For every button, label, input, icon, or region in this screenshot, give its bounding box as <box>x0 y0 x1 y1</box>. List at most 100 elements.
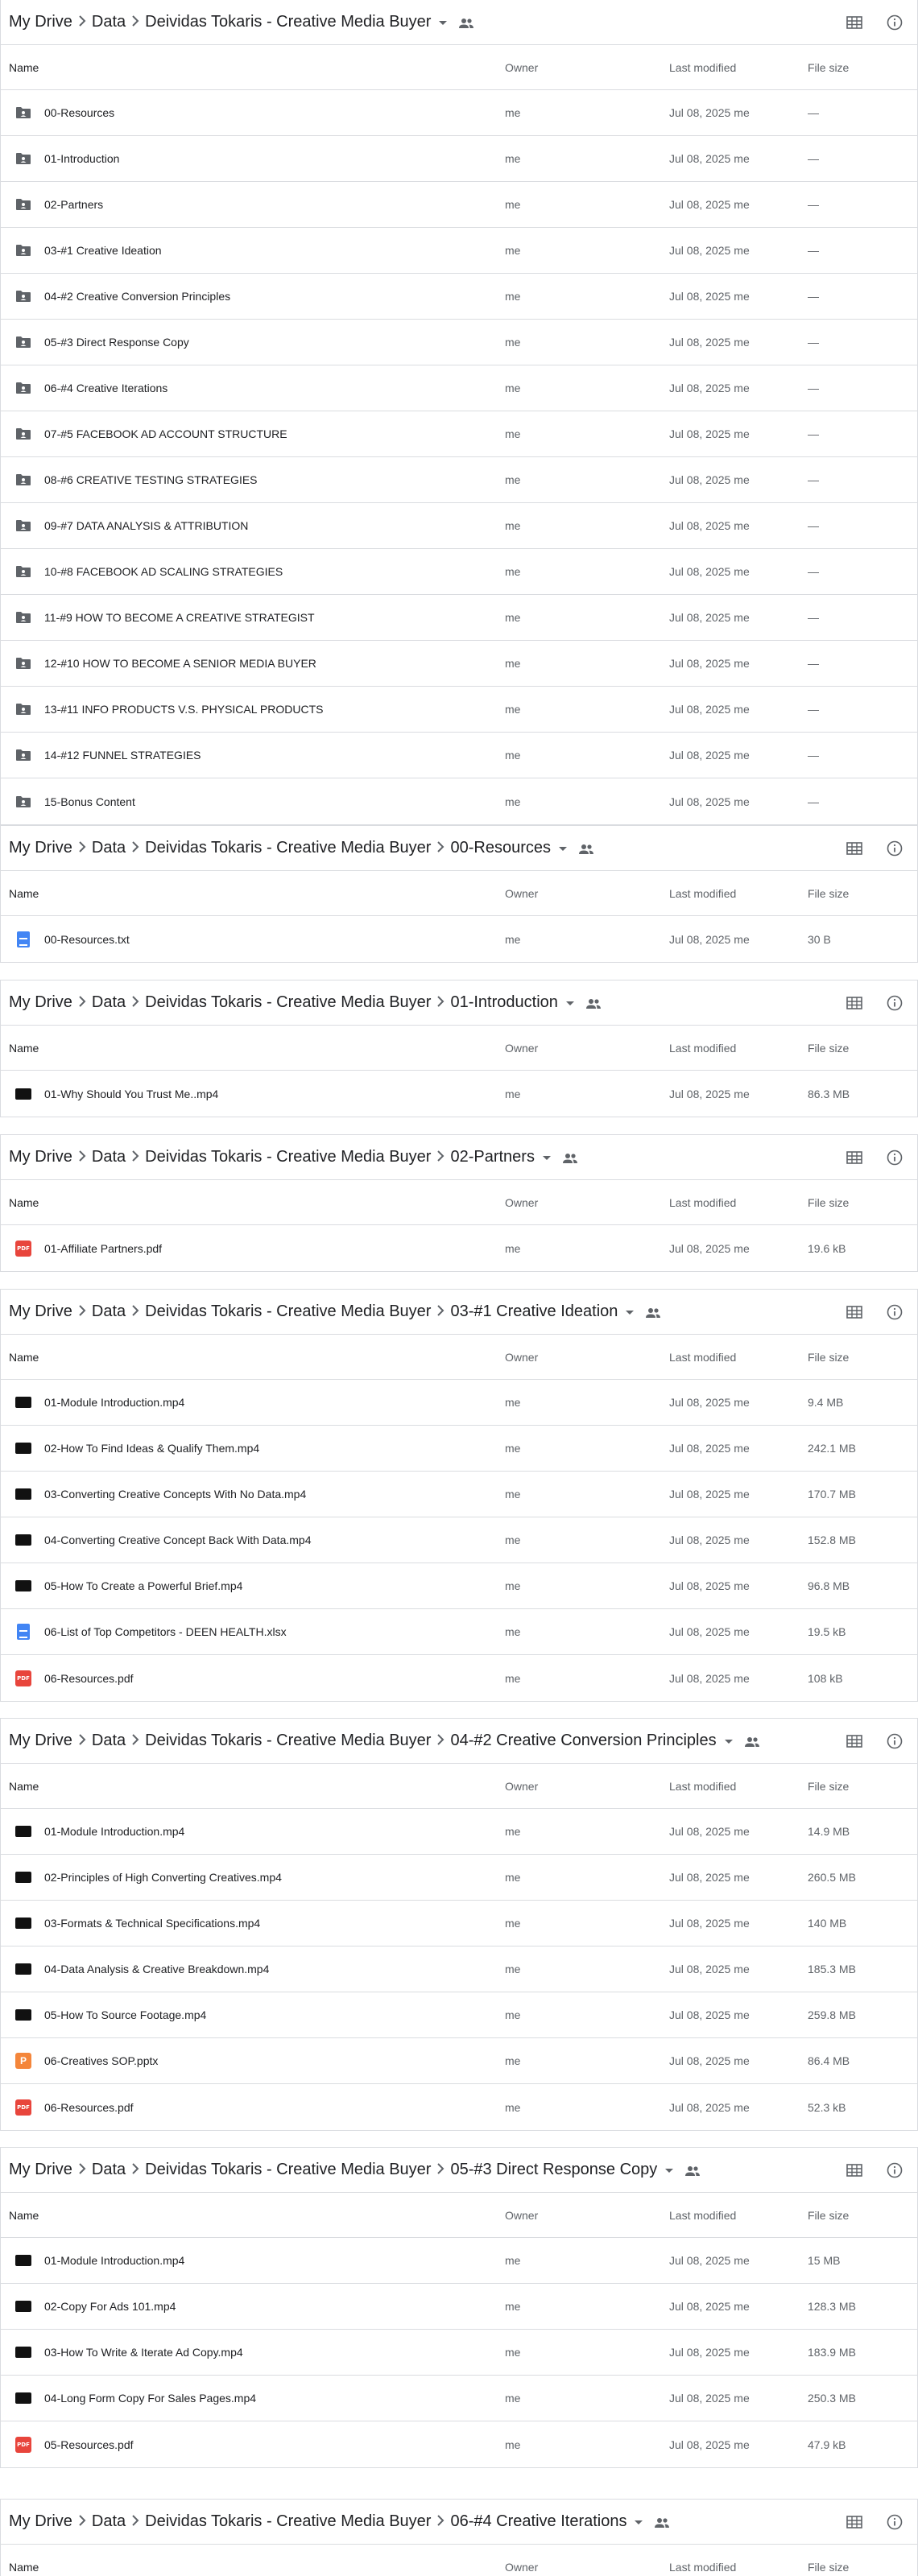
file-row[interactable]: 12-#10 HOW TO BECOME A SENIOR MEDIA BUYE… <box>1 641 917 687</box>
file-row[interactable]: 03-Formats & Technical Specifications.mp… <box>1 1901 917 1946</box>
breadcrumb-current-folder[interactable]: 02-Partners <box>450 1148 535 1166</box>
column-file-size-header[interactable]: File size <box>808 887 917 900</box>
file-row[interactable]: 01-Why Should You Trust Me..mp4 me Jul 08,… <box>1 1071 917 1117</box>
breadcrumb-my-drive[interactable]: My Drive <box>9 1302 72 1321</box>
breadcrumb-data[interactable]: Data <box>92 839 126 857</box>
file-row[interactable]: 01-Module Introduction.mp4 me Jul 08, 2025… <box>1 2238 917 2284</box>
info-icon[interactable] <box>885 1148 904 1167</box>
file-row[interactable]: 06-List of Top Competitors - DEEN HEALTH… <box>1 1609 917 1655</box>
column-file-size-header[interactable]: File size <box>808 2561 917 2574</box>
breadcrumb-my-drive[interactable]: My Drive <box>9 2161 72 2179</box>
column-name-header[interactable]: Name <box>1 1780 505 1793</box>
grid-view-icon[interactable] <box>845 839 864 858</box>
file-row[interactable]: 03-Converting Creative Concepts With No … <box>1 1472 917 1517</box>
grid-view-icon[interactable] <box>845 2161 864 2180</box>
file-row[interactable]: 04-#2 Creative Conversion Principles me Ju… <box>1 274 917 320</box>
folder-menu-dropdown-icon[interactable] <box>558 847 567 851</box>
breadcrumb-data[interactable]: Data <box>92 1302 126 1321</box>
column-file-size-header[interactable]: File size <box>808 1042 917 1055</box>
column-name-header[interactable]: Name <box>1 61 505 74</box>
file-row[interactable]: 09-#7 DATA ANALYSIS & ATTRIBUTION me Jul 0… <box>1 503 917 549</box>
grid-view-icon[interactable] <box>845 2512 864 2532</box>
column-last-modified-header[interactable]: Last modified <box>669 1196 808 1209</box>
breadcrumb-course[interactable]: Deividas Tokaris - Creative Media Buyer <box>145 2512 431 2531</box>
column-last-modified-header[interactable]: Last modified <box>669 887 808 900</box>
file-row[interactable]: 05-How To Create a Powerful Brief.mp4 me J… <box>1 1563 917 1609</box>
file-row[interactable]: 04-Data Analysis & Creative Breakdown.mp… <box>1 1946 917 1992</box>
grid-view-icon[interactable] <box>845 1732 864 1751</box>
grid-view-icon[interactable] <box>845 13 864 32</box>
column-owner-header[interactable]: Owner <box>505 1196 669 1209</box>
breadcrumb-course[interactable]: Deividas Tokaris - Creative Media Buyer <box>145 2161 431 2179</box>
breadcrumb-my-drive[interactable]: My Drive <box>9 13 72 31</box>
folder-menu-dropdown-icon[interactable] <box>439 21 448 25</box>
folder-menu-dropdown-icon[interactable] <box>724 1740 733 1744</box>
breadcrumb-my-drive[interactable]: My Drive <box>9 993 72 1012</box>
column-name-header[interactable]: Name <box>1 1196 505 1209</box>
file-row[interactable]: 15-Bonus Content me Jul 08, 2025 me — <box>1 778 917 824</box>
breadcrumb-current-folder[interactable]: 05-#3 Direct Response Copy <box>450 2161 657 2179</box>
grid-view-icon[interactable] <box>845 1302 864 1322</box>
column-owner-header[interactable]: Owner <box>505 2561 669 2574</box>
file-row[interactable]: 10-#8 FACEBOOK AD SCALING STRATEGIES me Ju… <box>1 549 917 595</box>
breadcrumb-data[interactable]: Data <box>92 1148 126 1166</box>
column-file-size-header[interactable]: File size <box>808 1196 917 1209</box>
file-row[interactable]: 07-#5 FACEBOOK AD ACCOUNT STRUCTURE me Jul… <box>1 411 917 457</box>
column-last-modified-header[interactable]: Last modified <box>669 2209 808 2222</box>
column-file-size-header[interactable]: File size <box>808 2209 917 2222</box>
breadcrumb-course[interactable]: Deividas Tokaris - Creative Media Buyer <box>145 993 431 1012</box>
breadcrumb-data[interactable]: Data <box>92 2161 126 2179</box>
column-file-size-header[interactable]: File size <box>808 61 917 74</box>
column-name-header[interactable]: Name <box>1 2209 505 2222</box>
breadcrumb-current-folder[interactable]: 01-Introduction <box>450 993 557 1012</box>
breadcrumb-course[interactable]: Deividas Tokaris - Creative Media Buyer <box>145 839 431 857</box>
folder-menu-dropdown-icon[interactable] <box>565 1001 574 1005</box>
info-icon[interactable] <box>885 13 904 32</box>
file-row[interactable]: 08-#6 CREATIVE TESTING STRATEGIES me Jul 0… <box>1 457 917 503</box>
column-file-size-header[interactable]: File size <box>808 1351 917 1364</box>
file-row[interactable]: PDF 01-Affiliate Partners.pdf me Jul 08, 20… <box>1 1225 917 1271</box>
column-owner-header[interactable]: Owner <box>505 61 669 74</box>
breadcrumb-current-folder[interactable]: 03-#1 Creative Ideation <box>450 1302 618 1321</box>
grid-view-icon[interactable] <box>845 1148 864 1167</box>
file-row[interactable]: PDF 05-Resources.pdf me Jul 08, 2025 me 47.9 … <box>1 2421 917 2467</box>
column-owner-header[interactable]: Owner <box>505 1042 669 1055</box>
file-row[interactable]: 04-Converting Creative Concept Back With… <box>1 1517 917 1563</box>
column-last-modified-header[interactable]: Last modified <box>669 61 808 74</box>
column-last-modified-header[interactable]: Last modified <box>669 1042 808 1055</box>
breadcrumb-my-drive[interactable]: My Drive <box>9 839 72 857</box>
file-row[interactable]: 02-Partners me Jul 08, 2025 me — <box>1 182 917 228</box>
column-owner-header[interactable]: Owner <box>505 1351 669 1364</box>
column-name-header[interactable]: Name <box>1 2561 505 2574</box>
file-row[interactable]: 02-How To Find Ideas & Qualify Them.mp4 m… <box>1 1426 917 1472</box>
breadcrumb-my-drive[interactable]: My Drive <box>9 1732 72 1750</box>
file-row[interactable]: 01-Module Introduction.mp4 me Jul 08, 2025… <box>1 1809 917 1855</box>
column-file-size-header[interactable]: File size <box>808 1780 917 1793</box>
breadcrumb-data[interactable]: Data <box>92 2512 126 2531</box>
column-owner-header[interactable]: Owner <box>505 1780 669 1793</box>
file-row[interactable]: 02-Copy For Ads 101.mp4 me Jul 08, 2025 me 1… <box>1 2284 917 2330</box>
file-row[interactable]: 14-#12 FUNNEL STRATEGIES me Jul 08, 2025 me… <box>1 733 917 778</box>
breadcrumb-current-folder[interactable]: 04-#2 Creative Conversion Principles <box>450 1732 716 1750</box>
breadcrumb-my-drive[interactable]: My Drive <box>9 1148 72 1166</box>
column-name-header[interactable]: Name <box>1 1351 505 1364</box>
grid-view-icon[interactable] <box>845 993 864 1013</box>
breadcrumb-data[interactable]: Data <box>92 1732 126 1750</box>
folder-menu-dropdown-icon[interactable] <box>665 2169 674 2173</box>
column-name-header[interactable]: Name <box>1 887 505 900</box>
breadcrumb-current-folder[interactable]: 06-#4 Creative Iterations <box>450 2512 626 2531</box>
file-row[interactable]: 03-How To Write & Iterate Ad Copy.mp4 me J… <box>1 2330 917 2376</box>
column-last-modified-header[interactable]: Last modified <box>669 1351 808 1364</box>
file-row[interactable]: 05-How To Source Footage.mp4 me Jul 08, 20… <box>1 1992 917 2038</box>
file-row[interactable]: 05-#3 Direct Response Copy me Jul 08, 2025… <box>1 320 917 365</box>
file-row[interactable]: 01-Module Introduction.mp4 me Jul 08, 2025… <box>1 1380 917 1426</box>
file-row[interactable]: PDF 06-Resources.pdf me Jul 08, 2025 me 108 k… <box>1 1655 917 1701</box>
breadcrumb-data[interactable]: Data <box>92 13 126 31</box>
file-row[interactable]: 02-Principles of High Converting Creativ… <box>1 1855 917 1901</box>
info-icon[interactable] <box>885 1302 904 1322</box>
file-row[interactable]: 00-Resources.txt me Jul 08, 2025 me 30 B <box>1 916 917 962</box>
info-icon[interactable] <box>885 839 904 858</box>
breadcrumb-current-folder[interactable]: 00-Resources <box>450 839 551 857</box>
breadcrumb-data[interactable]: Data <box>92 993 126 1012</box>
info-icon[interactable] <box>885 993 904 1013</box>
